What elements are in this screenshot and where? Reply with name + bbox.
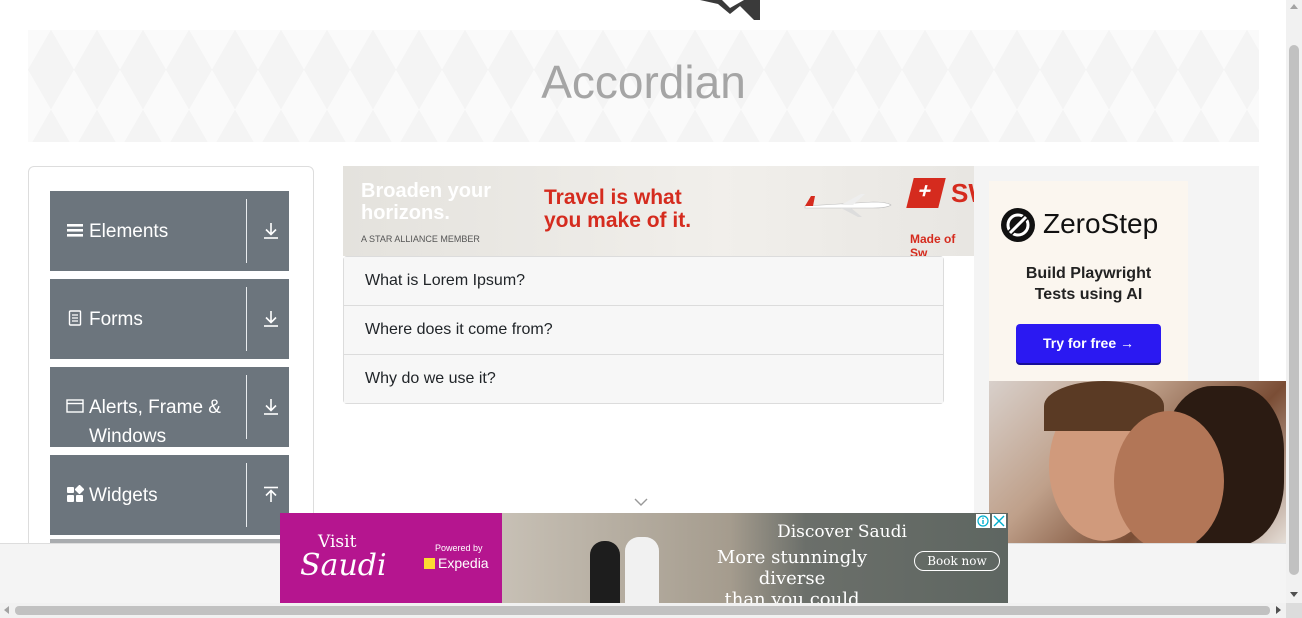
visit-saudi-ad[interactable]: Visit Saudi Powered by Expedia Discover … xyxy=(280,513,1008,603)
nav-group-label: Widgets xyxy=(89,485,158,506)
scroll-right-icon[interactable] xyxy=(1276,606,1281,614)
swiss-flag-icon: + xyxy=(906,178,946,208)
airline-ad-banner[interactable]: Broaden your horizons. A STAR ALLIANCE M… xyxy=(343,166,974,256)
zerostep-logo-icon xyxy=(1001,208,1035,242)
nav-group-label: Alerts, Frame & Windows xyxy=(89,397,221,447)
photo-ad-image[interactable] xyxy=(989,381,1287,543)
nav-group-alerts-frame-windows[interactable]: Alerts, Frame & Windows xyxy=(50,367,289,447)
nav-group-forms[interactable]: Forms xyxy=(50,279,289,359)
accordion-heading: What is Lorem Ipsum? xyxy=(365,272,526,289)
ad-choices-icon[interactable] xyxy=(976,514,1006,528)
divider xyxy=(246,287,247,351)
accordion-heading: Where does it come from? xyxy=(365,321,553,338)
document-icon xyxy=(68,310,82,326)
ad-slogan-line2: you make of it. xyxy=(544,209,692,232)
visit-saudi-logo: Visit Saudi xyxy=(300,533,387,581)
page-banner: Accordian xyxy=(28,30,1259,142)
zerostep-tagline-line1: Build Playwright xyxy=(1025,265,1152,282)
scrollbar-thumb[interactable] xyxy=(1289,45,1299,575)
accordion-section-why-do-we-use-it[interactable]: Why do we use it? xyxy=(344,355,943,403)
nav-group-label: Forms xyxy=(89,309,143,330)
ad-brand-partial: SW xyxy=(951,178,974,208)
vertical-scrollbar[interactable] xyxy=(1286,0,1302,603)
ad-subline: More stunningly diverse than you could i… xyxy=(692,547,892,603)
scroll-down-icon[interactable] xyxy=(1290,592,1298,597)
page-title: Accordian xyxy=(541,56,746,108)
accordion: What is Lorem Ipsum? Where does it come … xyxy=(343,256,944,404)
expedia-logo: Expedia xyxy=(424,555,489,571)
ad-slogan-line1: Travel is what xyxy=(544,186,682,209)
tools-logo-icon xyxy=(700,0,760,20)
ad-headline-line1: Broaden your xyxy=(361,180,492,202)
accordion-heading: Why do we use it? xyxy=(365,370,496,387)
download-arrow-icon[interactable] xyxy=(262,309,280,329)
powered-by-text: Powered by xyxy=(435,543,483,553)
left-nav-panel: Elements Forms Alerts, Frame & Windows W… xyxy=(28,166,314,568)
ad-headline: Broaden your horizons. xyxy=(361,180,491,224)
nav-group-label: Elements xyxy=(89,221,169,242)
ad-scene-figure xyxy=(590,541,620,603)
divider xyxy=(246,463,247,527)
nav-group-widgets[interactable]: Widgets xyxy=(50,455,289,535)
accordion-section-where-does-it-come-from[interactable]: Where does it come from? xyxy=(344,306,943,355)
download-arrow-icon[interactable] xyxy=(262,221,280,241)
accordion-section-what-is-lorem-ipsum[interactable]: What is Lorem Ipsum? xyxy=(344,257,943,306)
ad-slogan: Travel is what you make of it. xyxy=(544,186,691,232)
divider xyxy=(246,375,247,439)
widgets-icon xyxy=(67,485,84,502)
book-now-button[interactable]: Book now xyxy=(914,551,1000,571)
zerostep-tagline: Build Playwright Tests using AI xyxy=(989,263,1188,305)
ad-brand-caption: Made of Sw xyxy=(910,232,956,256)
scrollbar-thumb[interactable] xyxy=(15,606,1270,615)
zerostep-ad[interactable]: ZeroStep Build Playwright Tests using AI… xyxy=(989,181,1188,381)
ad-headline-line2: horizons. xyxy=(361,202,450,224)
horizontal-scrollbar[interactable] xyxy=(0,603,1286,618)
chevron-down-icon[interactable] xyxy=(634,497,648,507)
expedia-mark-icon xyxy=(424,558,435,569)
ad-subline-2: than you could imagine xyxy=(724,589,860,603)
download-arrow-icon[interactable] xyxy=(262,397,280,417)
hamburger-icon xyxy=(67,224,83,237)
window-icon xyxy=(66,399,84,413)
try-for-free-button[interactable]: Try for free → xyxy=(1016,324,1161,363)
nav-group-elements[interactable]: Elements xyxy=(50,191,289,271)
airplane-icon xyxy=(804,194,892,217)
upload-arrow-icon[interactable] xyxy=(262,485,280,505)
scroll-up-icon[interactable] xyxy=(1290,4,1298,9)
zerostep-brand: ZeroStep xyxy=(1043,208,1159,239)
expedia-text: Expedia xyxy=(438,555,489,571)
zerostep-tagline-line2: Tests using AI xyxy=(1034,286,1143,303)
ad-headline: Discover Saudi xyxy=(777,522,907,542)
scrollbar-corner xyxy=(1286,603,1302,618)
scroll-left-icon[interactable] xyxy=(4,606,9,614)
divider xyxy=(246,199,247,263)
ad-subline-1: More stunningly diverse xyxy=(716,547,868,589)
ad-scene-figure xyxy=(625,537,659,603)
photo-shape xyxy=(1114,411,1224,543)
ad-member-text: A STAR ALLIANCE MEMBER xyxy=(361,234,480,244)
saudi-text: Saudi xyxy=(300,548,387,583)
